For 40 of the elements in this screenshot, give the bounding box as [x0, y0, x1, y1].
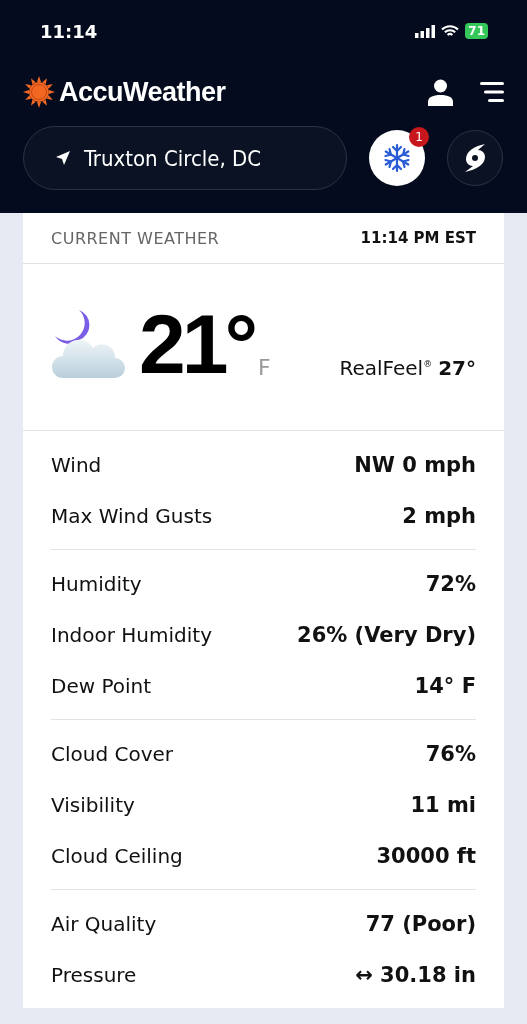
user-icon[interactable]	[427, 78, 454, 106]
detail-label: Cloud Ceiling	[51, 843, 183, 868]
detail-value: ↔ 30.18 in	[355, 962, 476, 987]
detail-value: 76%	[425, 741, 476, 766]
detail-label: Air Quality	[51, 911, 157, 936]
detail-value: 11 mi	[410, 792, 476, 817]
location-button[interactable]: Truxton Circle, DC	[23, 126, 347, 190]
detail-value: 77 (Poor)	[365, 911, 476, 936]
temperature: 21°	[139, 308, 255, 380]
detail-label: Pressure	[51, 962, 137, 987]
detail-label: Dew Point	[51, 673, 152, 698]
detail-label: Visibility	[51, 792, 135, 817]
realfeel-label: RealFeel$^{®}$	[339, 356, 433, 380]
menu-icon[interactable]	[480, 81, 504, 103]
alert-count-badge: 1	[409, 127, 429, 147]
detail-value: NW 0 mph	[354, 452, 476, 477]
detail-label: Max Wind Gusts	[51, 503, 213, 528]
detail-value: 2 mph	[402, 503, 476, 528]
app-logo: AccuWeather	[59, 76, 226, 108]
sun-logo-icon	[23, 76, 55, 108]
hurricane-button[interactable]	[447, 130, 503, 186]
status-time: 11:14	[40, 20, 98, 42]
detail-value: 30000 ft	[376, 843, 476, 868]
wifi-icon	[441, 24, 460, 38]
detail-value: 14° F	[414, 673, 476, 698]
realfeel-value: 27°	[438, 356, 476, 380]
detail-value: 26% (Very Dry)	[297, 622, 476, 647]
card-title: CURRENT WEATHER	[51, 228, 220, 248]
detail-label: Humidity	[51, 571, 142, 596]
location-arrow-icon	[56, 151, 70, 165]
snowflake-icon	[382, 143, 412, 173]
observation-time: 11:14 PM EST	[360, 229, 476, 247]
detail-label: Cloud Cover	[51, 741, 174, 766]
temperature-unit: F	[258, 355, 271, 380]
signal-icon	[415, 24, 436, 38]
detail-label: Wind	[51, 452, 102, 477]
detail-label: Indoor Humidity	[51, 622, 212, 647]
detail-value: 72%	[425, 571, 476, 596]
moon-cloud-icon	[51, 308, 127, 380]
battery-level: 71	[465, 23, 488, 39]
